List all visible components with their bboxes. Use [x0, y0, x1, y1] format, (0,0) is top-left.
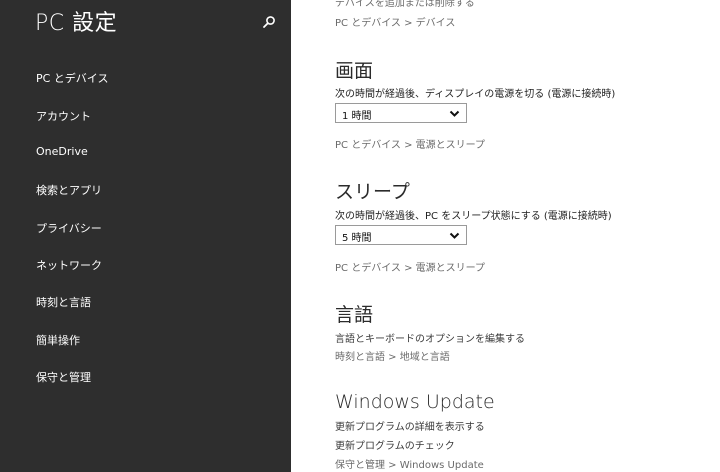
screen-timeout-value: 1 時間 [342, 111, 372, 122]
sleep-timeout-select[interactable]: 5 時間 [335, 225, 467, 245]
check-for-updates-link[interactable]: 更新プログラムのチェック [335, 437, 455, 452]
region-language-link[interactable]: 時刻と言語 > 地域と言語 [335, 348, 450, 363]
add-remove-devices-link[interactable]: デバイスを追加または削除する [335, 0, 475, 9]
screen-description: 次の時間が経過後、ディスプレイの電源を切る (電源に接続時) [335, 89, 616, 100]
sidebar-item-update-recovery[interactable]: 保守と管理 [36, 369, 91, 385]
sidebar-item-ease-of-access[interactable]: 簡単操作 [36, 332, 80, 348]
sidebar-item-time-language[interactable]: 時刻と言語 [36, 294, 91, 310]
power-sleep-link-2[interactable]: PC とデバイス > 電源とスリープ [335, 259, 485, 274]
sidebar-item-accounts[interactable]: アカウント [36, 108, 91, 124]
sidebar-item-search-apps[interactable]: 検索とアプリ [36, 182, 102, 198]
main-content: デバイスを追加または削除する PC とデバイス > デバイス 画面 次の時間が経… [291, 0, 720, 472]
screen-heading: 画面 [335, 60, 374, 82]
sidebar: PC 設定 PC とデバイス アカウント OneDrive 検索とアプリ プライ… [0, 0, 291, 472]
chevron-down-icon [449, 110, 460, 117]
chevron-down-icon [449, 232, 460, 239]
sleep-timeout-value: 5 時間 [342, 233, 372, 244]
windows-update-heading: Windows Update [335, 391, 495, 413]
sidebar-item-network[interactable]: ネットワーク [36, 257, 102, 273]
app-title: PC 設定 [35, 11, 118, 36]
sidebar-item-onedrive[interactable]: OneDrive [36, 145, 88, 158]
sleep-heading: スリープ [335, 181, 410, 203]
windows-update-breadcrumb-link[interactable]: 保守と管理 > Windows Update [335, 456, 484, 471]
edit-language-keyboard-link[interactable]: 言語とキーボードのオプションを編集する [335, 330, 525, 345]
search-icon[interactable] [262, 14, 276, 28]
screen-timeout-select[interactable]: 1 時間 [335, 103, 467, 123]
language-heading: 言語 [335, 304, 374, 326]
view-update-details-link[interactable]: 更新プログラムの詳細を表示する [335, 418, 485, 433]
power-sleep-link-1[interactable]: PC とデバイス > 電源とスリープ [335, 136, 485, 151]
sidebar-item-pc-devices[interactable]: PC とデバイス [36, 70, 108, 86]
sleep-description: 次の時間が経過後、PC をスリープ状態にする (電源に接続時) [335, 211, 612, 222]
devices-breadcrumb-link[interactable]: PC とデバイス > デバイス [335, 14, 455, 29]
sidebar-item-privacy[interactable]: プライバシー [36, 220, 102, 236]
